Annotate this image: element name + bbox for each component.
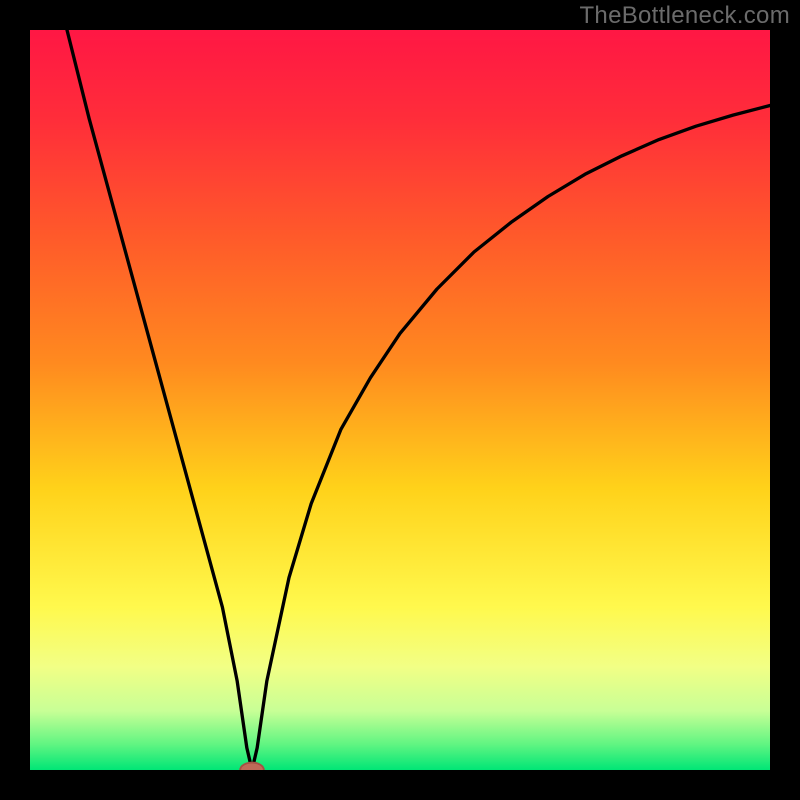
minimum-marker [240, 763, 264, 770]
plot-area [30, 30, 770, 770]
watermark-text: TheBottleneck.com [579, 2, 790, 30]
bottleneck-chart [30, 30, 770, 770]
chart-frame: TheBottleneck.com [0, 0, 800, 800]
